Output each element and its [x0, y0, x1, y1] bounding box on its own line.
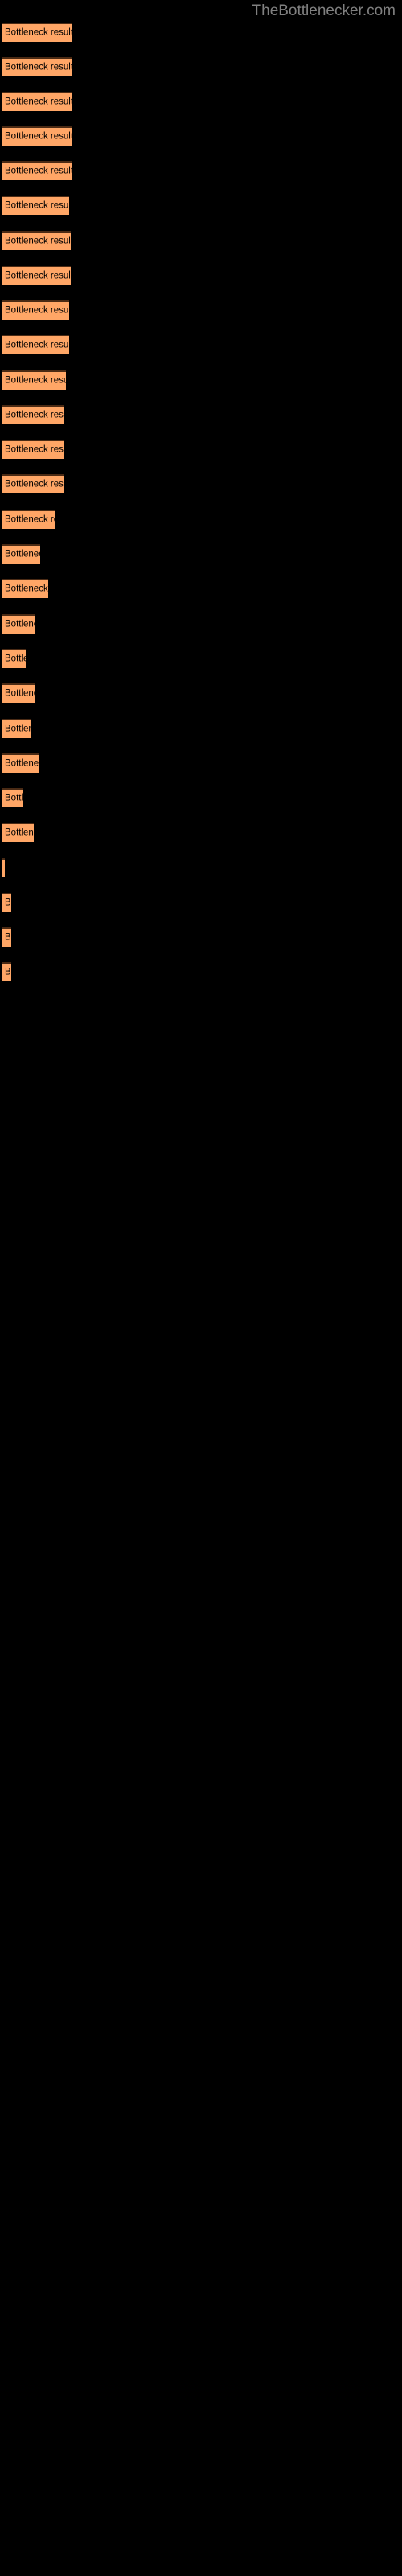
bar-item[interactable]: Bottleneck result [2, 858, 5, 877]
bar-item[interactable]: Bottleneck result [2, 126, 72, 146]
bar-item[interactable]: Bottleneck result [2, 893, 11, 912]
bar-label: Bottleneck result [5, 514, 55, 525]
bar-label: Bottleneck result [5, 654, 26, 664]
bar-item[interactable]: Bottleneck result [2, 300, 69, 320]
bar-label: Bottleneck result [5, 898, 11, 908]
bar-label: Bottleneck result [5, 549, 40, 559]
bar-item[interactable]: Bottleneck result [2, 823, 34, 842]
bar-item[interactable]: Bottleneck result [2, 405, 64, 424]
bar-item[interactable]: Bottleneck result [2, 649, 26, 668]
bar-label: Bottleneck result [5, 967, 11, 977]
bar-item[interactable]: Bottleneck result [2, 510, 55, 529]
bar-item[interactable]: Bottleneck result [2, 544, 40, 564]
bar-item[interactable]: Bottleneck result [2, 614, 35, 634]
bar-list: Bottleneck result Bottleneck result Bottle… [0, 0, 402, 2576]
bar-item[interactable]: Bottleneck result [2, 962, 11, 981]
bar-label: Bottleneck result [5, 724, 31, 734]
bar-item[interactable]: Bottleneck result [2, 579, 48, 598]
bar-label: Bottleneck result [5, 340, 69, 350]
bar-label: Bottleneck result [5, 97, 72, 107]
bar-label: Bottleneck result [5, 27, 72, 38]
bar-item[interactable]: Bottleneck result [2, 683, 35, 703]
bar-label: Bottleneck result [5, 166, 72, 176]
bar-item[interactable]: Bottleneck result [2, 927, 11, 947]
bar-label: Bottleneck result [5, 584, 48, 594]
bar-label: Bottleneck result [5, 62, 72, 72]
bar-item[interactable]: Bottleneck result [2, 788, 23, 807]
bar-label: Bottleneck result [5, 444, 64, 455]
bar-item[interactable]: Bottleneck result [2, 196, 69, 215]
bottleneck-chart: TheBottlenecker.com Bottleneck result Bot… [0, 0, 402, 2576]
bar-label: Bottleneck result [5, 270, 71, 281]
bar-label: Bottleneck result [5, 375, 66, 386]
bar-label: Bottleneck result [5, 932, 11, 943]
bar-label: Bottleneck result [5, 410, 64, 420]
bar-label: Bottleneck result [5, 479, 64, 489]
bar-label: Bottleneck result [5, 688, 35, 699]
bar-item[interactable]: Bottleneck result [2, 440, 64, 459]
bar-item[interactable]: Bottleneck result [2, 23, 72, 42]
bar-item[interactable]: Bottleneck result [2, 753, 39, 773]
bar-label: Bottleneck result [5, 305, 69, 316]
bar-item[interactable]: Bottleneck result [2, 92, 72, 111]
bar-item[interactable]: Bottleneck result [2, 57, 72, 76]
bar-item[interactable]: Bottleneck result [2, 231, 71, 250]
bar-label: Bottleneck result [5, 236, 71, 246]
bar-label: Bottleneck result [5, 619, 35, 630]
bar-item[interactable]: Bottleneck result [2, 719, 31, 738]
bar-item[interactable]: Bottleneck result [2, 266, 71, 285]
bar-label: Bottleneck result [5, 200, 69, 211]
bar-label: Bottleneck result [5, 793, 23, 803]
bar-label: Bottleneck result [5, 758, 39, 769]
bar-item[interactable]: Bottleneck result [2, 474, 64, 493]
bar-item[interactable]: Bottleneck result [2, 335, 69, 354]
bar-label: Bottleneck result [5, 131, 72, 142]
bar-label: Bottleneck result [5, 828, 34, 838]
bar-item[interactable]: Bottleneck result [2, 161, 72, 180]
bar-item[interactable]: Bottleneck result [2, 370, 66, 390]
